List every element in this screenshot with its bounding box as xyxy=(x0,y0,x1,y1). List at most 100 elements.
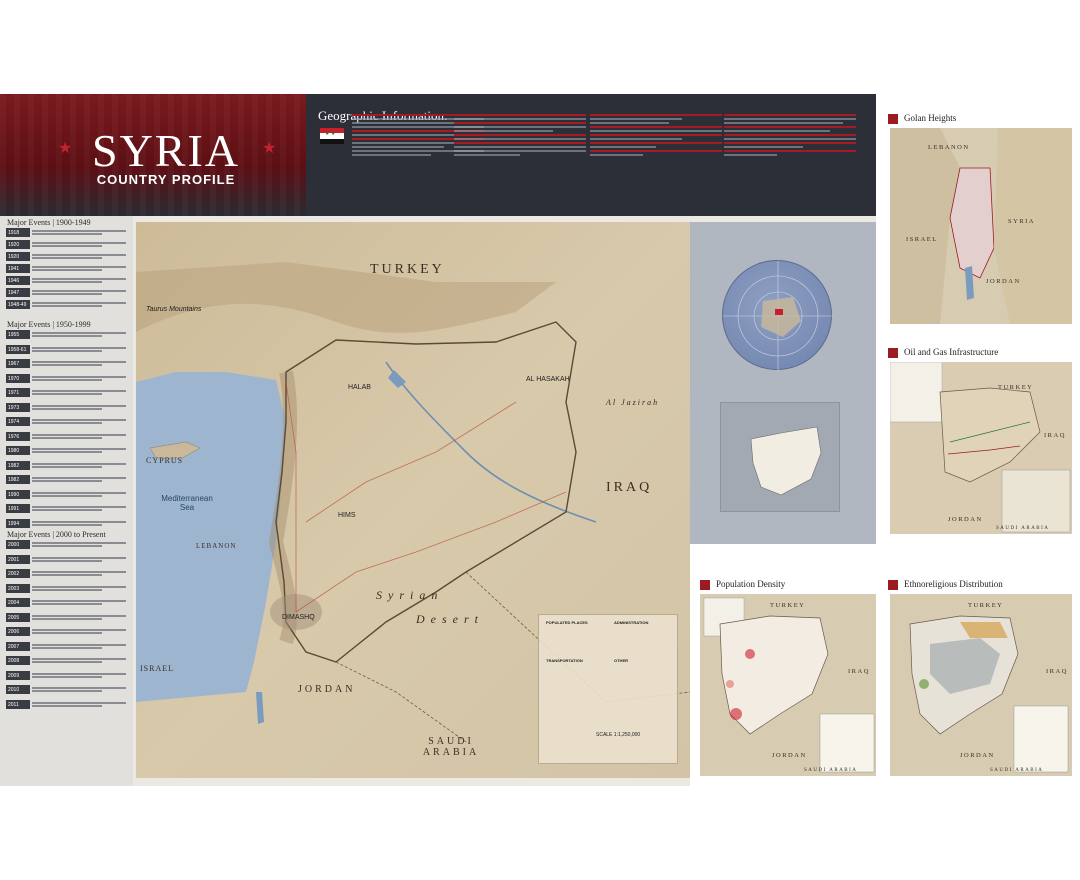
ethno-label-iraq: IRAQ xyxy=(1046,668,1068,675)
golan-label-lebanon: LEBANON xyxy=(928,144,970,151)
event-text-line xyxy=(32,254,126,256)
event-text-line xyxy=(32,614,126,617)
event-text-line xyxy=(32,588,102,591)
population-label-saudi: SAUDI ARABIA xyxy=(804,768,858,773)
event-year: 1994 xyxy=(6,518,30,528)
event-text-line xyxy=(32,491,126,494)
event-text-line xyxy=(32,675,102,678)
event-year: 1941 xyxy=(6,264,30,273)
event-year: 1991 xyxy=(6,504,30,513)
page-subtitle: COUNTRY PROFILE xyxy=(96,172,236,187)
oil-map[interactable] xyxy=(890,362,1072,534)
events-section-title: Major Events | 1950-1999 xyxy=(7,320,91,329)
map-scale: SCALE 1:1,250,000 xyxy=(596,732,641,738)
event-year: 2006 xyxy=(6,627,30,636)
event-text-line xyxy=(32,451,102,453)
event-text-line xyxy=(32,278,126,280)
oil-label-jordan: JORDAN xyxy=(948,516,983,523)
geo-column xyxy=(454,112,586,158)
event-text-line xyxy=(32,658,126,660)
event-row: 2010 xyxy=(6,685,128,694)
event-text-line xyxy=(32,603,102,605)
label-jordan: JORDAN xyxy=(298,684,356,695)
event-row: 2008 xyxy=(6,656,128,665)
event-text-line xyxy=(32,349,102,352)
events-section-title: Major Events | 1900-1949 xyxy=(7,218,91,227)
event-text-line xyxy=(32,390,126,392)
geo-column xyxy=(724,112,856,158)
events-section-title: Major Events | 2000 to Present xyxy=(7,530,106,539)
legend-administration: ADMINISTRATION xyxy=(614,620,649,625)
oil-label-iraq: IRAQ xyxy=(1044,432,1066,439)
golan-label-jordan: JORDAN xyxy=(986,278,1021,285)
event-row: 1970 xyxy=(6,373,128,383)
event-row: 2005 xyxy=(6,612,128,622)
event-year: 1980 xyxy=(6,446,30,455)
event-text-line xyxy=(32,462,126,465)
event-text-line xyxy=(32,375,126,378)
oil-map-graphic xyxy=(890,362,1071,533)
event-text-line xyxy=(32,494,102,497)
event-row: 1946 xyxy=(6,276,128,285)
locator-inset xyxy=(720,402,840,512)
event-text-line xyxy=(32,448,126,450)
event-row: 2004 xyxy=(6,598,128,607)
label-mediterranean: Mediterranean Sea xyxy=(142,494,232,512)
page-title: SYRIA xyxy=(91,125,241,176)
event-text-line xyxy=(32,687,126,689)
event-text-line xyxy=(32,404,126,407)
event-year: 2007 xyxy=(6,641,30,651)
label-saudi-arabia: SAUDI ARABIA xyxy=(422,736,480,758)
event-text-line xyxy=(32,422,102,424)
event-text-line xyxy=(32,290,126,292)
ethno-title: Ethnoreligious Distribution xyxy=(904,579,1003,589)
golan-title: Golan Heights xyxy=(904,113,957,123)
oil-title: Oil and Gas Infrastructure xyxy=(904,347,999,357)
golan-map[interactable] xyxy=(890,128,1072,324)
event-year: 1982 xyxy=(6,475,30,484)
event-text-line xyxy=(32,542,126,544)
event-text-line xyxy=(32,520,126,523)
event-text-line xyxy=(32,364,102,366)
event-year: 1918 xyxy=(6,228,30,237)
event-year: 2008 xyxy=(6,656,30,665)
event-row: 1974 xyxy=(6,417,128,426)
event-text-line xyxy=(32,701,126,704)
event-year: 2009 xyxy=(6,670,30,680)
city-al-hasakah: AL HASAKAH xyxy=(526,376,570,383)
event-text-line xyxy=(32,632,102,634)
event-year: 2001 xyxy=(6,554,30,564)
event-year: 1982 xyxy=(6,460,30,470)
event-text-line xyxy=(32,335,102,337)
event-text-line xyxy=(32,293,102,295)
event-row: 1947 xyxy=(6,288,128,297)
event-row: 1980 xyxy=(6,446,128,455)
event-text-line xyxy=(32,477,126,479)
event-year: 1973 xyxy=(6,402,30,412)
event-text-line xyxy=(32,407,102,410)
event-year: 1970 xyxy=(6,373,30,383)
event-text-line xyxy=(32,600,126,602)
population-label-iraq: IRAQ xyxy=(848,668,870,675)
globe-graticule-icon xyxy=(723,261,833,371)
ethno-map-graphic xyxy=(909,615,1069,773)
event-text-line xyxy=(32,302,126,304)
event-row: 1973 xyxy=(6,402,128,412)
golan-map-graphic xyxy=(890,128,1072,324)
population-map[interactable] xyxy=(700,594,876,776)
city-dimashq: DIMASHQ xyxy=(282,614,315,621)
event-row: 2000 xyxy=(6,540,128,549)
event-text-line xyxy=(32,704,102,707)
population-label-turkey: TURKEY xyxy=(770,602,806,609)
ethno-map[interactable] xyxy=(890,594,1072,776)
event-row: 1941 xyxy=(6,264,128,273)
event-year: 1947 xyxy=(6,288,30,297)
ethno-label-jordan: JORDAN xyxy=(960,752,995,759)
city-hims: HIMS xyxy=(338,512,356,519)
label-lebanon: LEBANON xyxy=(196,542,237,550)
event-row: 1971 xyxy=(6,388,128,397)
event-row: 1990 xyxy=(6,489,128,499)
panel-number-icon xyxy=(888,114,898,124)
event-text-line xyxy=(32,257,102,259)
label-desert: Desert xyxy=(416,612,484,626)
